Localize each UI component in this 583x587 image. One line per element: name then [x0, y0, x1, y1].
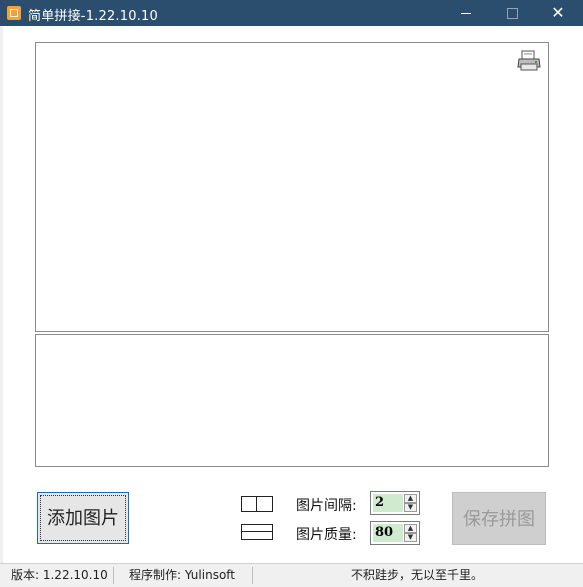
chevron-down-icon[interactable]: ▼: [404, 503, 417, 512]
status-version: 版本: 1.22.10.10: [11, 568, 108, 582]
image-list-panel[interactable]: [35, 334, 549, 467]
maximize-button: [489, 0, 535, 26]
preview-canvas[interactable]: [35, 42, 549, 332]
window-edge: [0, 26, 3, 566]
close-icon: ✕: [551, 3, 565, 22]
minimize-button[interactable]: [443, 0, 489, 26]
chevron-up-icon[interactable]: ▲: [404, 494, 417, 503]
minimize-icon: [461, 13, 471, 14]
window-title: 简单拼接-1.22.10.10: [28, 9, 158, 24]
status-divider: [113, 567, 114, 584]
quality-value[interactable]: 80: [373, 524, 403, 542]
printer-icon[interactable]: [516, 49, 542, 73]
gap-value[interactable]: 2: [373, 494, 403, 512]
title-bar: 简单拼接-1.22.10.10 ✕: [0, 0, 583, 26]
status-motto: 不积跬步，无以至千里。: [351, 568, 484, 582]
quality-stepper[interactable]: 80 ▲ ▼: [370, 521, 420, 545]
status-divider: [252, 567, 253, 584]
gap-stepper[interactable]: 2 ▲ ▼: [370, 491, 420, 515]
quality-stepper-arrows[interactable]: ▲ ▼: [404, 524, 417, 542]
close-button[interactable]: ✕: [535, 0, 581, 26]
layout-horizontal-icon[interactable]: [241, 496, 273, 512]
save-collage-button: 保存拼图: [452, 492, 546, 545]
quality-label: 图片质量:: [296, 527, 357, 543]
gap-label: 图片间隔:: [296, 498, 357, 514]
gap-stepper-arrows[interactable]: ▲ ▼: [404, 494, 417, 512]
add-image-button[interactable]: 添加图片: [37, 492, 129, 544]
chevron-down-icon[interactable]: ▼: [404, 533, 417, 542]
app-icon: [7, 6, 21, 20]
layout-vertical-icon[interactable]: [241, 524, 273, 540]
chevron-up-icon[interactable]: ▲: [404, 524, 417, 533]
status-author: 程序制作: Yulinsoft: [129, 568, 236, 582]
status-bar: 版本: 1.22.10.10 程序制作: Yulinsoft 不积跬步，无以至千…: [0, 563, 583, 587]
maximize-icon: [507, 8, 518, 19]
